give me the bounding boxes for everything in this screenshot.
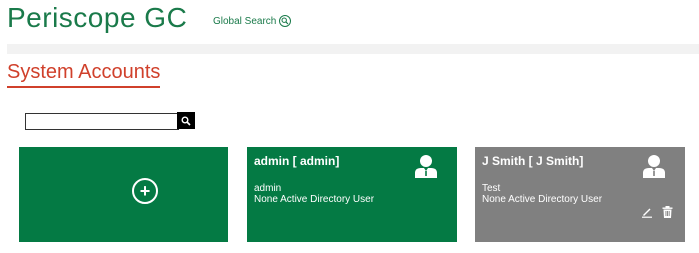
add-account-card[interactable]: + [19, 147, 228, 242]
account-username: admin [254, 183, 282, 194]
account-name: admin [ admin] [254, 154, 340, 168]
add-circle-icon[interactable]: + [132, 178, 158, 204]
search-input[interactable] [25, 113, 179, 130]
user-icon [415, 155, 437, 178]
header: Periscope GC Global Search [0, 0, 699, 44]
account-card-admin[interactable]: admin [ admin] admin None Active Directo… [247, 147, 457, 242]
app-title: Periscope GC [7, 2, 188, 33]
page-title: System Accounts [7, 61, 161, 88]
account-details: admin None Active Directory User [254, 183, 374, 205]
account-type: None Active Directory User [254, 194, 375, 205]
delete-icon[interactable] [662, 206, 673, 218]
account-type: None Active Directory User [482, 194, 603, 205]
global-search-link[interactable]: Global Search [213, 15, 292, 27]
user-icon [643, 155, 665, 178]
account-card-j-smith[interactable]: J Smith [ J Smith] Test None Active Dire… [475, 147, 685, 242]
account-name: J Smith [ J Smith] [482, 154, 584, 168]
account-username: Test [482, 183, 501, 194]
edit-icon[interactable] [641, 206, 653, 218]
search-icon [181, 116, 191, 126]
global-search-label: Global Search [213, 15, 277, 27]
account-details: Test None Active Directory User [482, 183, 602, 205]
search-button[interactable] [177, 112, 195, 129]
header-divider [7, 44, 699, 54]
search-icon [279, 15, 292, 27]
